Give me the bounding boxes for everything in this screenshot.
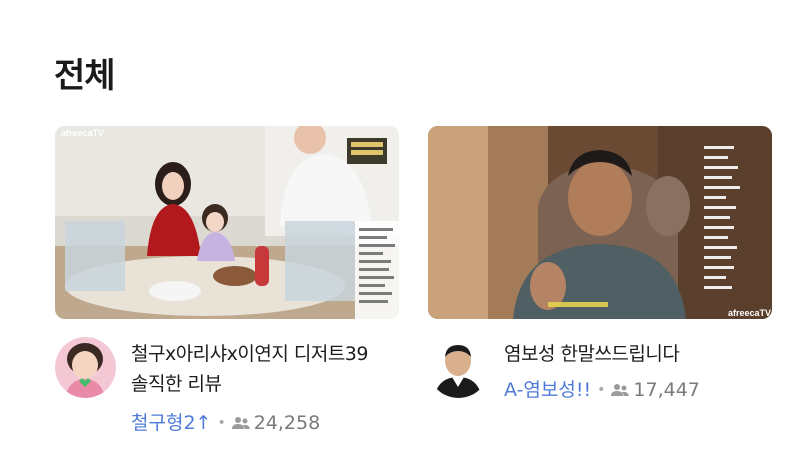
broadcast-thumbnail[interactable]: afreecaTV — [428, 126, 772, 319]
streamer-name[interactable]: A-염보성!! — [504, 378, 591, 402]
users-icon — [611, 384, 630, 396]
broadcast-card[interactable]: afreecaTV 염보성 한말쓰드립니다 A-염보성!! • 17,447 — [428, 126, 772, 439]
broadcast-title[interactable]: 철구x아리샤x이연지 디저트39 솔직한 리뷰 — [131, 339, 399, 399]
streamer-name[interactable]: 철구형2↑ — [131, 411, 211, 435]
users-icon — [231, 417, 250, 429]
live-list-page: 전체 afreecaTV 철구x아리샤x이연지 디저트39 솔직한 리뷰 철구형… — [0, 0, 810, 456]
separator-dot: • — [217, 415, 226, 431]
section-title: 전체 — [54, 56, 116, 96]
afreeca-logo: afreecaTV — [61, 128, 104, 138]
streamer-avatar[interactable] — [55, 337, 116, 398]
streamer-avatar[interactable] — [428, 337, 489, 398]
broadcast-thumbnail[interactable]: afreecaTV — [55, 126, 399, 319]
afreeca-logo: afreecaTV — [728, 308, 771, 318]
broadcast-title[interactable]: 염보성 한말쓰드립니다 — [504, 339, 772, 369]
broadcast-info: A-염보성!! • 17,447 — [504, 378, 700, 402]
avatar-image — [428, 337, 489, 398]
avatar-image — [55, 337, 116, 398]
viewer-count: 17,447 — [633, 379, 700, 401]
thumbnail-image: afreecaTV — [428, 126, 772, 319]
viewer-count: 24,258 — [253, 412, 321, 434]
broadcast-card[interactable]: afreecaTV 철구x아리샤x이연지 디저트39 솔직한 리뷰 철구형2↑ … — [55, 126, 399, 439]
broadcast-info: 철구형2↑ • 24,258 — [131, 411, 320, 435]
thumbnail-image: afreecaTV — [55, 126, 399, 319]
separator-dot: • — [597, 382, 606, 398]
